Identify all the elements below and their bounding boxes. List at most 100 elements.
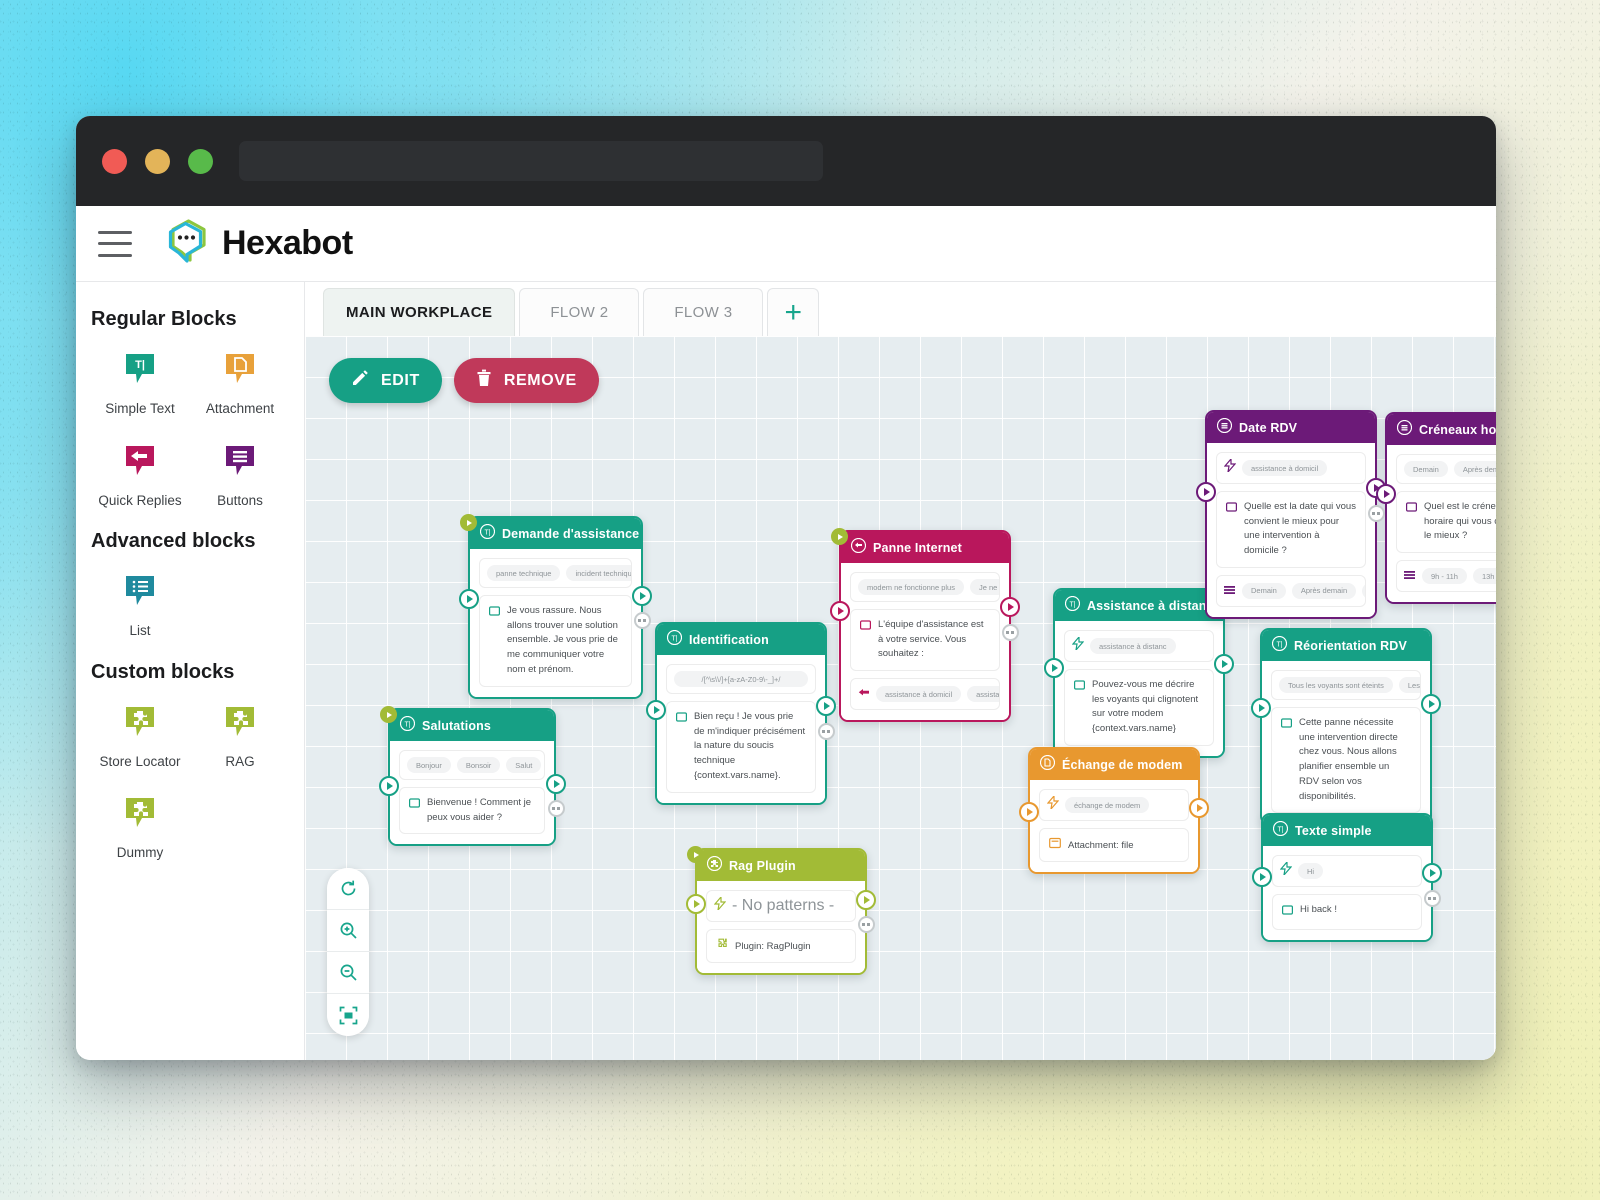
node-next-port[interactable] (858, 916, 875, 933)
node-out-port[interactable] (1189, 798, 1209, 818)
node-in-port[interactable] (1251, 698, 1271, 718)
node-next-port[interactable] (818, 723, 835, 740)
message-text: Quel est le créneau horaire qui vous con… (1424, 501, 1496, 542)
node-start-port[interactable] (380, 706, 397, 723)
flow-node-identification[interactable]: T| Identification /[^\s\\/]+[a-zA-Z0-9\-… (655, 622, 827, 805)
node-in-port[interactable] (1376, 484, 1396, 504)
flow-node-rag-plugin[interactable]: Rag Plugin - No patterns - Plugin: RagPl… (695, 848, 867, 975)
edit-button[interactable]: EDIT (329, 358, 442, 403)
node-out-port[interactable] (632, 586, 652, 606)
node-body: assistance à distanc Pouvez-vous me décr… (1055, 621, 1223, 756)
simple-text-badge-icon: T| (666, 629, 683, 650)
traffic-lights (102, 148, 213, 174)
brand: Hexabot (168, 219, 353, 268)
svg-text:T|: T| (671, 635, 677, 642)
block-label: Quick Replies (98, 492, 182, 508)
zoom-in-button[interactable] (327, 910, 369, 952)
message-icon (489, 604, 501, 678)
flow-node-assistance-a-distance[interactable]: T| Assistance à distance assistance à di… (1053, 588, 1225, 758)
pattern-chip: Demain (1404, 461, 1448, 477)
node-start-port[interactable] (460, 514, 477, 531)
node-attachment: Attachment: file (1039, 828, 1189, 862)
remove-button[interactable]: REMOVE (453, 358, 599, 403)
node-toolbar: EDIT REMOVE (329, 358, 599, 403)
flow-node-creneaux-horaires[interactable]: Créneaux horaires Demain Après demain Qu… (1385, 412, 1496, 605)
block-label: Attachment (205, 401, 275, 416)
blocks-sidebar[interactable]: Regular Blocks T| Simple Text Attachment (76, 282, 305, 1060)
node-next-port[interactable] (634, 612, 651, 629)
node-start-port[interactable] (687, 846, 704, 863)
tab-flow-2[interactable]: FLOW 2 (519, 288, 640, 336)
tab-flow-3[interactable]: FLOW 3 (643, 288, 764, 336)
node-out-port[interactable] (816, 696, 836, 716)
node-header: Créneaux horaires (1387, 414, 1496, 445)
node-next-port[interactable] (1002, 624, 1019, 641)
node-message: Cette panne nécessite une intervention d… (1271, 707, 1421, 814)
node-in-port[interactable] (379, 776, 399, 796)
flow-node-panne-internet[interactable]: Panne Internet modem ne fonctionne plus … (839, 530, 1011, 723)
block-item-rag[interactable]: RAG (190, 690, 290, 782)
node-title: Demande d'assistance (502, 526, 640, 541)
custom-blocks-grid: Store Locator RAG Dummy (90, 690, 290, 873)
url-bar[interactable] (239, 141, 823, 181)
node-quick-replies: assistance à domicil assistance à dista (850, 678, 1000, 711)
button-chip: Demain (1242, 582, 1286, 599)
flow-node-demande-assistance[interactable]: T| Demande d'assistance panne technique … (468, 516, 643, 699)
close-window-button[interactable] (102, 148, 127, 174)
block-item-store-locator[interactable]: Store Locator (90, 690, 190, 782)
message-icon (860, 618, 872, 662)
node-message: Je vous rassure. Nous allons trouver une… (479, 595, 632, 687)
app-body: Regular Blocks T| Simple Text Attachment (76, 282, 1496, 1060)
node-in-port[interactable] (646, 700, 666, 720)
node-next-port[interactable] (1424, 890, 1441, 907)
flow-node-date-rdv[interactable]: Date RDV assistance à domicil Quelle est… (1205, 410, 1377, 619)
hamburger-icon[interactable] (98, 230, 132, 257)
block-item-quick-replies[interactable]: Quick Replies (90, 429, 190, 521)
block-item-simple-text[interactable]: T| Simple Text (90, 337, 190, 429)
node-next-port[interactable] (1368, 505, 1385, 522)
node-out-port[interactable] (1000, 597, 1020, 617)
svg-text:T|: T| (484, 529, 490, 536)
quick-replies-icon (122, 443, 158, 481)
node-in-port[interactable] (1044, 658, 1064, 678)
reset-view-button[interactable] (327, 868, 369, 910)
flow-node-reorientation-rdv[interactable]: T| Réorientation RDV Tous les voyants so… (1260, 628, 1432, 826)
pattern-chip: incident technique (566, 565, 631, 581)
block-item-buttons[interactable]: Buttons (190, 429, 290, 521)
flow-node-texte-simple[interactable]: T| Texte simple Hi Hi back ! (1261, 813, 1433, 942)
minimize-window-button[interactable] (145, 148, 170, 174)
node-in-port[interactable] (1019, 802, 1039, 822)
node-in-port[interactable] (686, 894, 706, 914)
node-in-port[interactable] (1252, 867, 1272, 887)
node-title: Créneaux horaires (1419, 422, 1496, 437)
node-next-port[interactable] (548, 800, 565, 817)
node-in-port[interactable] (830, 601, 850, 621)
zoom-out-button[interactable] (327, 952, 369, 994)
node-out-port[interactable] (856, 890, 876, 910)
node-body: panne technique incident technique sos J… (470, 549, 641, 697)
node-start-port[interactable] (831, 528, 848, 545)
flow-node-salutations[interactable]: T| Salutations Bonjour Bonsoir Salut Hi … (388, 708, 556, 847)
message-text: L'équipe d'assistance est à votre servic… (878, 619, 984, 660)
puzzle-icon (222, 704, 258, 742)
node-out-port[interactable] (1421, 694, 1441, 714)
add-flow-tab[interactable]: + (767, 288, 820, 336)
message-icon (1074, 678, 1086, 737)
node-out-port[interactable] (1214, 654, 1234, 674)
block-item-attachment[interactable]: Attachment (190, 337, 290, 429)
pattern-chip: /[^\s\\/]+[a-zA-Z0-9\-_]+/ (674, 671, 808, 687)
flow-canvas[interactable]: EDIT REMOVE T| Demande d'assistance pann… (305, 336, 1496, 1060)
flow-node-echange-de-modem[interactable]: Échange de modem échange de modem Attach… (1028, 747, 1200, 874)
node-out-port[interactable] (546, 774, 566, 794)
node-title: Assistance à distance (1087, 598, 1221, 613)
maximize-window-button[interactable] (188, 148, 213, 174)
block-item-dummy[interactable]: Dummy (90, 781, 190, 873)
block-item-list[interactable]: List (90, 559, 190, 651)
node-out-port[interactable] (1422, 863, 1442, 883)
tab-main-workplace[interactable]: MAIN WORKPLACE (323, 288, 516, 336)
advanced-blocks-grid: List (90, 559, 290, 651)
node-in-port[interactable] (459, 589, 479, 609)
node-in-port[interactable] (1196, 482, 1216, 502)
simple-text-badge-icon: T| (479, 523, 496, 544)
fit-to-screen-button[interactable] (327, 994, 369, 1036)
